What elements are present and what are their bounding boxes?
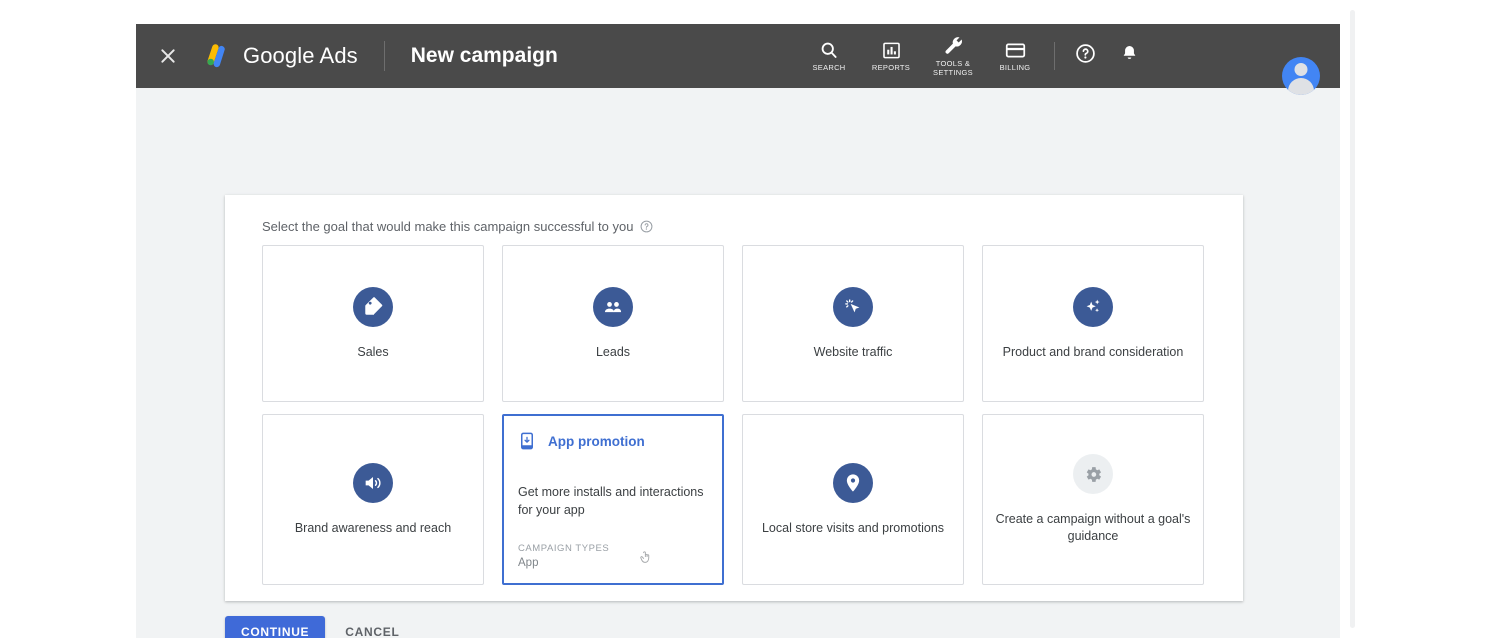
- topbar-label-tools-settings: TOOLS & SETTINGS: [933, 58, 973, 77]
- close-icon[interactable]: [157, 45, 179, 67]
- topbar-item-reports[interactable]: REPORTS: [860, 39, 922, 73]
- help-circle-icon: [1075, 43, 1096, 69]
- topbar-label-reports: REPORTS: [871, 63, 911, 73]
- sparkle-icon: [1073, 286, 1113, 327]
- click-cursor-icon: [833, 286, 873, 327]
- help-circle-icon[interactable]: [640, 220, 653, 233]
- goal-card-sales[interactable]: Sales: [262, 245, 484, 402]
- search-icon: [819, 39, 839, 61]
- goal-label: Product and brand consideration: [1002, 344, 1184, 359]
- topbar-divider: [383, 41, 385, 71]
- top-navigation-bar: Google Ads New campaign SEARCH REPORTS T…: [136, 24, 1340, 95]
- goal-card-brand-awareness-and-reach[interactable]: Brand awareness and reach: [262, 414, 484, 585]
- people-icon: [593, 286, 633, 327]
- bottom-action-bar: CONTINUE CANCEL: [225, 616, 399, 638]
- goal-card-leads[interactable]: Leads: [502, 245, 724, 402]
- phone-download-icon: [521, 432, 533, 450]
- speaker-icon: [353, 462, 393, 503]
- google-ads-logo-icon: [207, 44, 225, 68]
- goal-selection-panel: Select the goal that would make this cam…: [225, 195, 1243, 601]
- topbar-actions: SEARCH REPORTS TOOLS & SETTINGS BILLING: [798, 24, 1151, 88]
- goal-card-local-store-visits[interactable]: Local store visits and promotions: [742, 414, 964, 585]
- billing-card-icon: [1005, 39, 1026, 61]
- selected-card-title: App promotion: [548, 433, 645, 449]
- goal-card-product-brand-consideration[interactable]: Product and brand consideration: [982, 245, 1204, 402]
- campaign-types-value: App: [518, 557, 539, 570]
- gear-icon: [1073, 454, 1113, 495]
- google-ads-app-window: Google Ads New campaign SEARCH REPORTS T…: [136, 24, 1340, 638]
- goal-label: Create a campaign without a goal's guida…: [995, 512, 1191, 543]
- notifications-button[interactable]: [1107, 44, 1151, 68]
- goal-card-no-goal-guidance[interactable]: Create a campaign without a goal's guida…: [982, 414, 1204, 585]
- goal-label: Website traffic: [813, 344, 893, 359]
- goal-label: Local store visits and promotions: [761, 520, 945, 535]
- cancel-button[interactable]: CANCEL: [345, 625, 399, 638]
- topbar-actions-divider: [1054, 42, 1055, 70]
- selected-card-footer: CAMPAIGN TYPES App: [518, 542, 708, 571]
- page-scrollbar[interactable]: [1350, 10, 1355, 628]
- avatar-head: [1294, 63, 1308, 76]
- page-title: New campaign: [410, 44, 558, 67]
- brand-ads: Ads: [319, 43, 358, 68]
- panel-heading-text: Select the goal that would make this cam…: [262, 219, 634, 234]
- selected-card-description: Get more installs and interactions for y…: [518, 485, 704, 518]
- topbar-item-tools-settings[interactable]: TOOLS & SETTINGS: [922, 35, 984, 77]
- hand-pointer-cursor: [640, 551, 650, 563]
- reports-icon: [882, 39, 901, 61]
- goal-label: Brand awareness and reach: [294, 520, 452, 535]
- goal-card-app-promotion-selected[interactable]: App promotion Get more installs and inte…: [502, 414, 724, 585]
- panel-heading: Select the goal that would make this cam…: [262, 219, 653, 234]
- topbar-item-billing[interactable]: BILLING: [984, 39, 1046, 73]
- continue-button[interactable]: CONTINUE: [225, 616, 326, 638]
- price-tag-icon: [353, 286, 393, 327]
- location-pin-icon: [833, 462, 873, 503]
- campaign-types-label: CAMPAIGN TYPES: [518, 542, 610, 554]
- topbar-label-search: SEARCH: [812, 63, 846, 73]
- goal-label: Leads: [595, 344, 631, 359]
- topbar-label-billing: BILLING: [999, 63, 1031, 73]
- help-button[interactable]: [1063, 43, 1107, 69]
- wrench-icon: [943, 35, 964, 57]
- brand-google: Google: [243, 43, 315, 68]
- bell-icon: [1120, 44, 1139, 68]
- goal-card-grid: Sales Leads Website traffic Product and …: [262, 245, 1206, 585]
- selected-card-header: App promotion: [504, 416, 722, 450]
- campaign-goal-content: Select the goal that would make this cam…: [136, 88, 1340, 638]
- brand-name: Google Ads: [243, 43, 358, 69]
- topbar-item-search[interactable]: SEARCH: [798, 39, 860, 73]
- goal-card-website-traffic[interactable]: Website traffic: [742, 245, 964, 402]
- goal-label: Sales: [357, 344, 389, 359]
